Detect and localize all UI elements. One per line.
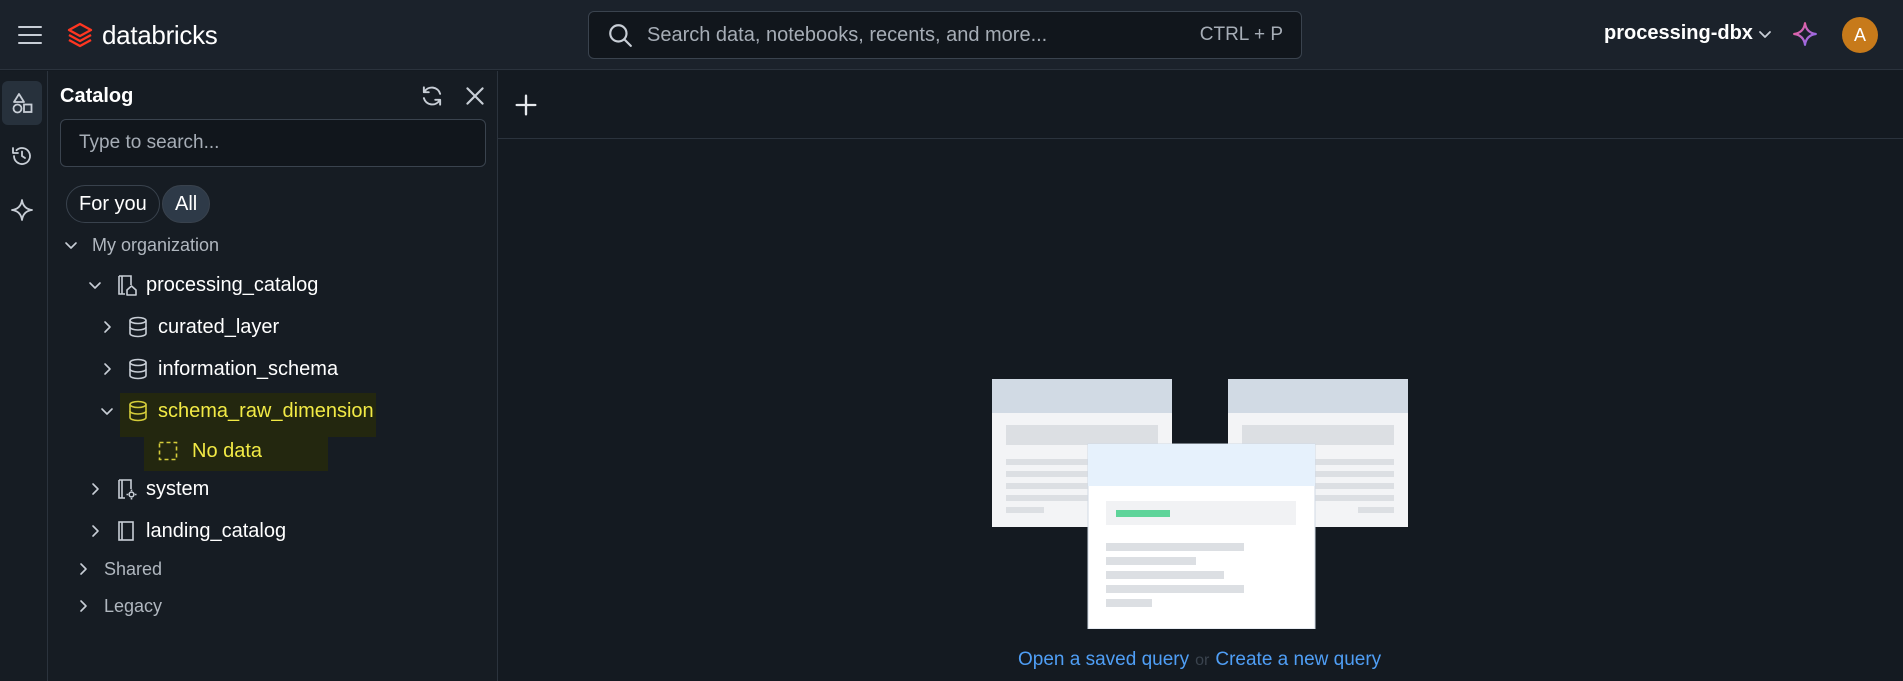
empty-dashed-icon xyxy=(156,439,180,463)
open-saved-query-link[interactable]: Open a saved query xyxy=(1018,649,1189,670)
catalog-search-input[interactable] xyxy=(60,119,486,167)
database-icon xyxy=(126,399,150,423)
database-icon xyxy=(126,357,150,381)
chevron-down-icon xyxy=(98,402,116,420)
global-search-placeholder: Search data, notebooks, recents, and mor… xyxy=(647,23,1048,46)
tree-node-processing-catalog[interactable]: processing_catalog xyxy=(86,267,318,303)
rail-history-button[interactable] xyxy=(2,134,42,178)
tree-node-schema-raw-dimension[interactable]: schema_raw_dimension xyxy=(98,393,374,429)
plus-icon[interactable] xyxy=(512,91,540,119)
brand-name: databricks xyxy=(102,19,218,50)
chevron-right-icon xyxy=(74,560,92,578)
tree-label: information_schema xyxy=(158,357,339,380)
empty-state-illustration xyxy=(992,379,1408,629)
catalog-home-icon xyxy=(114,273,138,297)
tree-label: landing_catalog xyxy=(146,519,287,542)
chevron-right-icon xyxy=(86,522,104,540)
refresh-icon[interactable] xyxy=(419,83,445,109)
tree-label: My organization xyxy=(92,234,220,255)
tree-label: Legacy xyxy=(104,595,163,616)
tree-label: schema_raw_dimension xyxy=(158,399,374,422)
tree-node-information-schema[interactable]: information_schema xyxy=(98,351,338,387)
database-icon xyxy=(126,315,150,339)
rail-catalog-button[interactable] xyxy=(2,81,42,125)
chevron-right-icon xyxy=(98,360,116,378)
tree-node-my-organization[interactable]: My organization xyxy=(62,227,219,263)
catalog-title: Catalog xyxy=(60,85,134,107)
empty-state-actions: Open a saved query or Create a new query xyxy=(1018,649,1381,671)
workspace-name: processing-dbx xyxy=(1604,22,1753,44)
filter-for-you[interactable]: For you xyxy=(66,185,160,223)
tree-node-landing-catalog[interactable]: landing_catalog xyxy=(86,513,286,549)
or-separator: or xyxy=(1195,652,1210,669)
catalog-panel: Catalog For you All My organization xyxy=(48,71,498,681)
user-avatar[interactable]: A xyxy=(1842,17,1878,53)
workspace-switcher[interactable]: processing-dbx xyxy=(1604,22,1773,45)
tree-label: Shared xyxy=(104,558,163,579)
search-shortcut-hint: CTRL + P xyxy=(1199,24,1283,45)
chevron-right-icon xyxy=(86,480,104,498)
catalog-icon xyxy=(114,519,138,543)
catalog-shapes-icon xyxy=(12,93,33,114)
tree-label: No data xyxy=(192,439,263,462)
tree-label: system xyxy=(146,477,210,500)
history-icon xyxy=(12,147,31,165)
chevron-down-icon xyxy=(1759,30,1771,38)
tree-label: curated_layer xyxy=(158,315,280,338)
left-rail xyxy=(0,71,48,681)
chevron-right-icon xyxy=(98,318,116,336)
query-editor-area: Open a saved query or Create a new query xyxy=(498,71,1903,681)
tree-node-system[interactable]: system xyxy=(86,471,209,507)
chevron-right-icon xyxy=(74,597,92,615)
tree-node-curated-layer[interactable]: curated_layer xyxy=(98,309,279,345)
databricks-logo[interactable]: databricks xyxy=(66,20,218,50)
sparkle-icon xyxy=(11,199,33,221)
search-icon xyxy=(609,24,632,47)
tree-node-shared[interactable]: Shared xyxy=(74,551,162,587)
assistant-sparkle-icon[interactable] xyxy=(1792,21,1818,47)
rail-assistant-button[interactable] xyxy=(2,188,42,232)
databricks-logo-icon xyxy=(67,22,93,48)
tree-node-no-data: No data xyxy=(156,433,262,469)
menu-icon[interactable] xyxy=(16,22,44,48)
catalog-gear-icon xyxy=(114,477,138,501)
chevron-down-icon xyxy=(62,236,80,254)
chevron-down-icon xyxy=(86,276,104,294)
global-search-input[interactable]: Search data, notebooks, recents, and mor… xyxy=(588,11,1302,59)
tree-node-legacy[interactable]: Legacy xyxy=(74,588,162,624)
top-bar: databricks Search data, notebooks, recen… xyxy=(0,0,1903,70)
filter-all[interactable]: All xyxy=(162,185,211,223)
close-icon[interactable] xyxy=(462,83,488,109)
tree-label: processing_catalog xyxy=(146,273,319,296)
create-new-query-link[interactable]: Create a new query xyxy=(1215,649,1381,670)
query-tabs-bar xyxy=(498,71,1903,139)
